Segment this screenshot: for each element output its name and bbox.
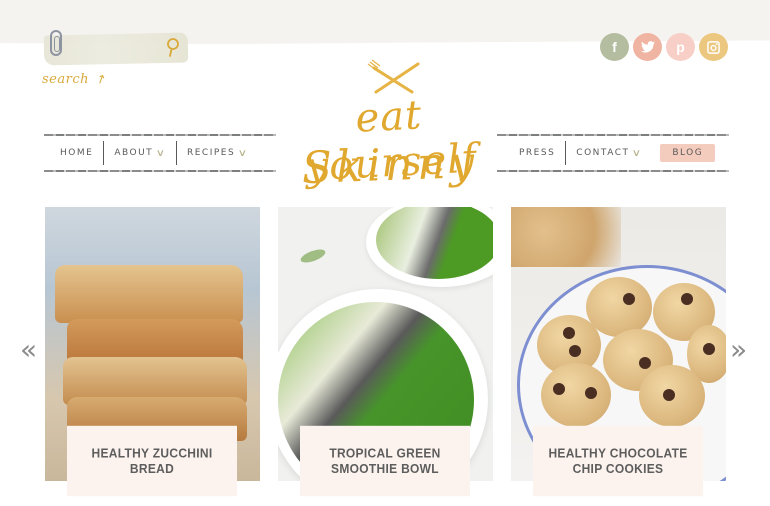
nav-item-contact[interactable]: CONTACT ∨ (566, 148, 652, 159)
twitter-button[interactable] (633, 33, 662, 61)
nav-left: HOME ABOUT ∨ RECIPES ∨ (44, 132, 276, 174)
paperclip-icon (50, 30, 62, 56)
recipe-card-chocolate-chip-cookies[interactable]: HEALTHY CHOCOLATE CHIP COOKIES (511, 207, 726, 497)
nav-divider-top (44, 134, 276, 136)
search-input[interactable] (62, 40, 162, 60)
nav-divider-bottom (44, 170, 276, 172)
search-icon[interactable] (164, 37, 182, 59)
nav-item-label: HOME (60, 148, 94, 158)
pinterest-icon: p (676, 39, 685, 55)
nav-item-label: PRESS (519, 148, 556, 158)
nav-right: PRESS CONTACT ∨ BLOG (497, 132, 729, 174)
twitter-icon (640, 41, 655, 53)
instagram-icon (707, 40, 720, 54)
recipe-card-title: HEALTHY CHOCOLATE CHIP COOKIES (533, 425, 703, 497)
recipe-card-title: TROPICAL GREEN SMOOTHIE BOWL (300, 425, 470, 497)
carousel-next-arrow[interactable]: » (730, 336, 747, 364)
search-label: search (42, 72, 89, 87)
nav-item-about[interactable]: ABOUT ∨ (104, 148, 176, 159)
nav-item-blog[interactable]: BLOG (660, 144, 716, 162)
recipe-card-zucchini-bread[interactable]: HEALTHY ZUCCHINI BREAD (45, 207, 260, 497)
nav-divider-bottom (497, 170, 729, 172)
recipe-card-title: HEALTHY ZUCCHINI BREAD (67, 425, 237, 497)
nav-item-label: CONTACT (576, 148, 630, 158)
chevron-down-icon: ∨ (632, 147, 644, 159)
pinterest-button[interactable]: p (666, 33, 695, 61)
facebook-button[interactable]: f (600, 33, 629, 61)
recipe-card-smoothie-bowl[interactable]: TROPICAL GREEN SMOOTHIE BOWL (278, 207, 493, 497)
arrow-up-right-icon: ↗ (93, 70, 109, 88)
nav-item-recipes[interactable]: RECIPES ∨ (177, 148, 258, 159)
nav-item-label: ABOUT (114, 148, 154, 158)
nav-item-home[interactable]: HOME (44, 148, 103, 158)
site-logo[interactable]: eat yourself Skinny (272, 58, 508, 200)
chevron-down-icon: ∨ (237, 147, 250, 159)
facebook-icon: f (612, 39, 617, 55)
chevron-down-icon: ∨ (155, 147, 168, 159)
carousel-prev-arrow[interactable]: « (20, 336, 37, 364)
nav-item-label: RECIPES (186, 148, 236, 158)
search-widget: search ↗ (40, 30, 190, 100)
nav-item-press[interactable]: PRESS (497, 148, 565, 158)
logo-text-line2: Skinny (300, 136, 480, 195)
social-links: f p (600, 33, 728, 61)
nav-item-label: BLOG (672, 148, 704, 158)
nav-divider-top (497, 134, 729, 136)
instagram-button[interactable] (699, 33, 728, 61)
